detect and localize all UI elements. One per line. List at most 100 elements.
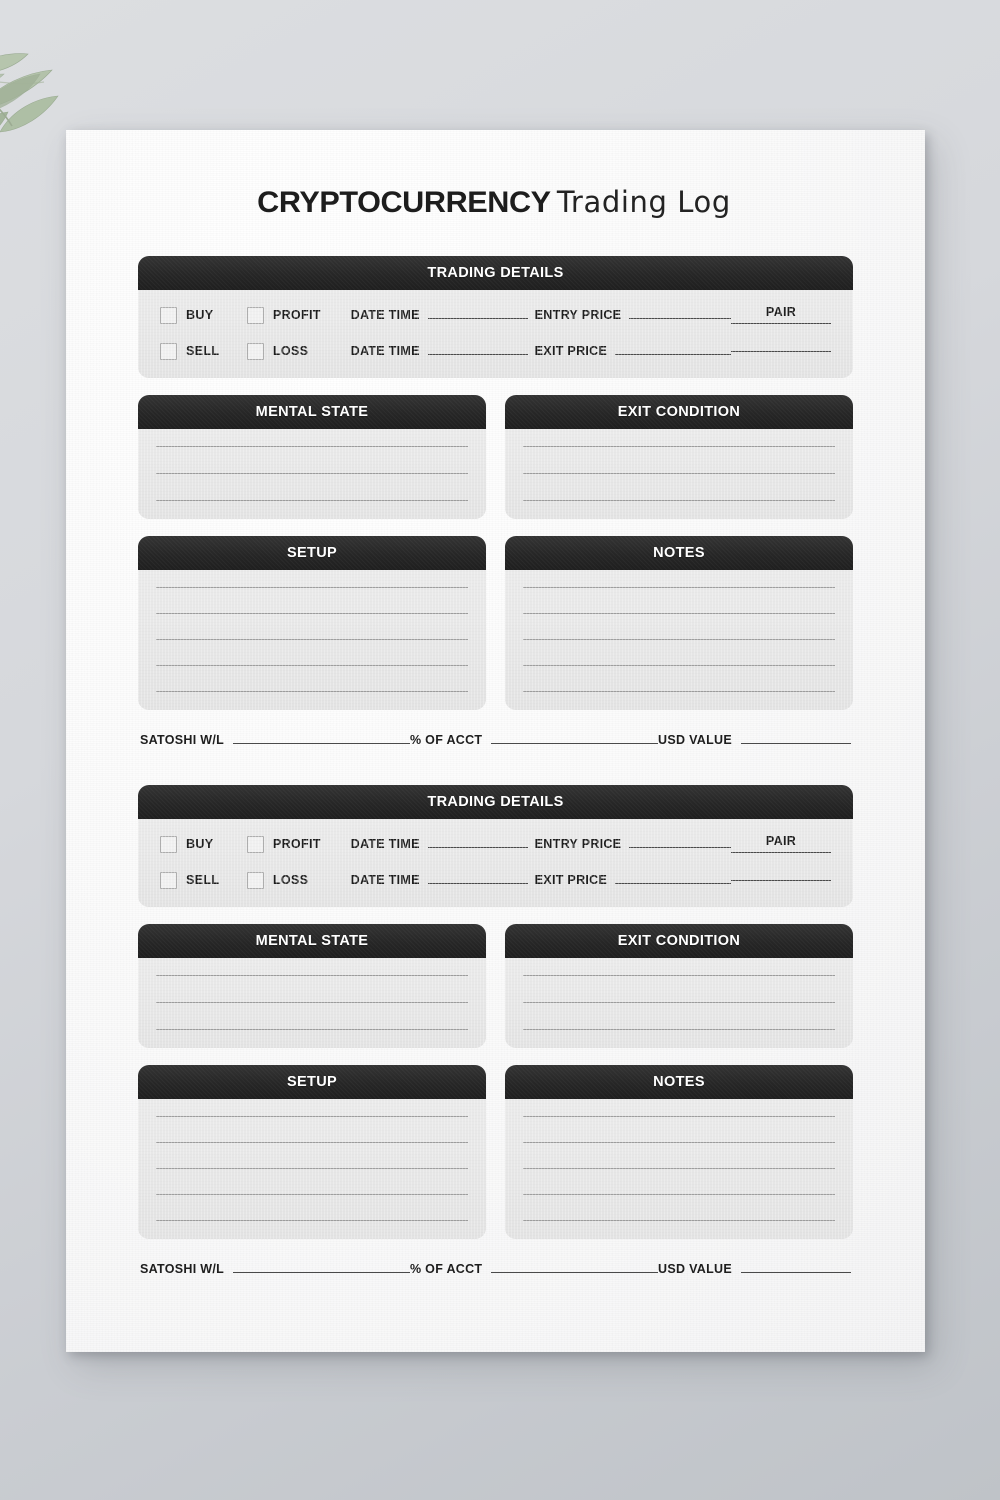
pair-line-1[interactable] [730, 322, 831, 324]
notes-body-2[interactable] [505, 1099, 853, 1239]
write-line[interactable] [156, 691, 468, 692]
write-line[interactable] [523, 1194, 835, 1195]
write-line[interactable] [156, 1142, 468, 1143]
pair-field-1[interactable]: PAIR [730, 305, 831, 324]
write-line[interactable] [156, 587, 468, 588]
loss-checkbox-2[interactable] [246, 871, 264, 889]
profit-checkbox-group-1[interactable]: PROFIT [246, 306, 351, 324]
profit-checkbox-group-2[interactable]: PROFIT [246, 835, 351, 853]
sell-label-2: SELL [186, 873, 220, 887]
sell-checkbox-group-1[interactable]: SELL [160, 342, 247, 360]
write-line[interactable] [156, 1116, 468, 1117]
satoshi-wl-field-2[interactable]: SATOSHI W/L [140, 1262, 410, 1276]
printable-sheet: CRYPTOCURRENCY Trading Log TRADING DETAIL… [66, 130, 925, 1352]
profit-checkbox-2[interactable] [246, 835, 264, 853]
write-line[interactable] [156, 975, 468, 976]
usd-value-line-1[interactable] [741, 743, 851, 744]
exit-condition-card-2: EXIT CONDITION [505, 924, 853, 1048]
exit-price-field-1[interactable]: EXIT PRICE [535, 344, 731, 358]
entry-datetime-line-2[interactable] [427, 847, 528, 848]
exit-datetime-field-1[interactable]: DATE TIME [351, 344, 535, 358]
entry-price-line-1[interactable] [629, 318, 731, 319]
write-line[interactable] [156, 1029, 468, 1030]
write-line[interactable] [523, 1220, 835, 1221]
exit-price-field-2[interactable]: EXIT PRICE [535, 873, 731, 887]
buy-checkbox-2[interactable] [160, 835, 177, 853]
percent-of-acct-line-2[interactable] [491, 1272, 658, 1273]
exit-price-line-1[interactable] [615, 354, 731, 355]
pair-line-secondary-1[interactable] [730, 350, 831, 352]
write-line[interactable] [523, 446, 835, 447]
pair-field-secondary-2[interactable] [730, 879, 831, 881]
write-line[interactable] [156, 446, 468, 447]
write-line[interactable] [523, 500, 835, 501]
loss-checkbox-group-1[interactable]: LOSS [246, 342, 351, 360]
write-line[interactable] [523, 1029, 835, 1030]
write-line[interactable] [523, 1002, 835, 1003]
entry-price-field-2[interactable]: ENTRY PRICE [535, 837, 731, 851]
setup-body-1[interactable] [138, 570, 486, 710]
write-line[interactable] [523, 1168, 835, 1169]
entry-datetime-field-2[interactable]: DATE TIME [351, 837, 535, 851]
pair-label-1: PAIR [765, 305, 797, 320]
setup-body-2[interactable] [138, 1099, 486, 1239]
exit-condition-body-2[interactable] [505, 958, 853, 1048]
buy-checkbox-group-1[interactable]: BUY [160, 306, 247, 324]
write-line[interactable] [156, 1194, 468, 1195]
write-line[interactable] [523, 639, 835, 640]
exit-price-line-2[interactable] [615, 883, 731, 884]
write-line[interactable] [156, 500, 468, 501]
sell-checkbox-group-2[interactable]: SELL [160, 871, 247, 889]
buy-checkbox-group-2[interactable]: BUY [160, 835, 247, 853]
satoshi-wl-field-1[interactable]: SATOSHI W/L [140, 733, 410, 747]
satoshi-wl-line-1[interactable] [233, 743, 410, 744]
mental-state-body-2[interactable] [138, 958, 486, 1048]
satoshi-wl-line-2[interactable] [233, 1272, 410, 1273]
write-line[interactable] [523, 691, 835, 692]
entry-datetime-field-1[interactable]: DATE TIME [351, 308, 535, 322]
exit-datetime-line-2[interactable] [427, 883, 528, 884]
entry-price-field-1[interactable]: ENTRY PRICE [535, 308, 731, 322]
percent-of-acct-field-2[interactable]: % OF ACCT [410, 1262, 658, 1276]
percent-of-acct-line-1[interactable] [491, 743, 658, 744]
write-line[interactable] [523, 665, 835, 666]
loss-checkbox-1[interactable] [246, 342, 264, 360]
sell-checkbox-2[interactable] [160, 871, 177, 889]
write-line[interactable] [523, 473, 835, 474]
notes-body-1[interactable] [505, 570, 853, 710]
write-line[interactable] [523, 1142, 835, 1143]
write-line[interactable] [156, 1168, 468, 1169]
usd-value-line-2[interactable] [741, 1272, 851, 1273]
write-line[interactable] [156, 1002, 468, 1003]
pair-field-2[interactable]: PAIR [730, 834, 831, 853]
percent-of-acct-field-1[interactable]: % OF ACCT [410, 733, 658, 747]
exit-datetime-field-2[interactable]: DATE TIME [351, 873, 535, 887]
notes-header-1: NOTES [505, 536, 853, 570]
write-line[interactable] [523, 587, 835, 588]
write-line[interactable] [156, 639, 468, 640]
write-line[interactable] [156, 473, 468, 474]
usd-value-field-2[interactable]: USD VALUE [658, 1262, 851, 1276]
pair-line-secondary-2[interactable] [730, 879, 831, 881]
sell-checkbox-1[interactable] [160, 342, 177, 360]
usd-value-field-1[interactable]: USD VALUE [658, 733, 851, 747]
exit-datetime-label-2: DATE TIME [350, 873, 420, 887]
buy-checkbox-1[interactable] [160, 306, 177, 324]
write-line[interactable] [523, 613, 835, 614]
write-line[interactable] [523, 1116, 835, 1117]
pair-line-2[interactable] [730, 851, 831, 853]
loss-checkbox-group-2[interactable]: LOSS [246, 871, 351, 889]
write-line[interactable] [156, 613, 468, 614]
pair-label-2: PAIR [765, 834, 797, 849]
write-line[interactable] [156, 1220, 468, 1221]
exit-datetime-line-1[interactable] [427, 354, 528, 355]
exit-condition-body-1[interactable] [505, 429, 853, 519]
mental-state-body-1[interactable] [138, 429, 486, 519]
profit-checkbox-1[interactable] [246, 306, 264, 324]
pair-field-secondary-1[interactable] [730, 350, 831, 352]
entry-datetime-line-1[interactable] [427, 318, 528, 319]
entry-price-line-2[interactable] [629, 847, 731, 848]
write-line[interactable] [523, 975, 835, 976]
write-line[interactable] [156, 665, 468, 666]
setup-card-1: SETUP [138, 536, 486, 710]
